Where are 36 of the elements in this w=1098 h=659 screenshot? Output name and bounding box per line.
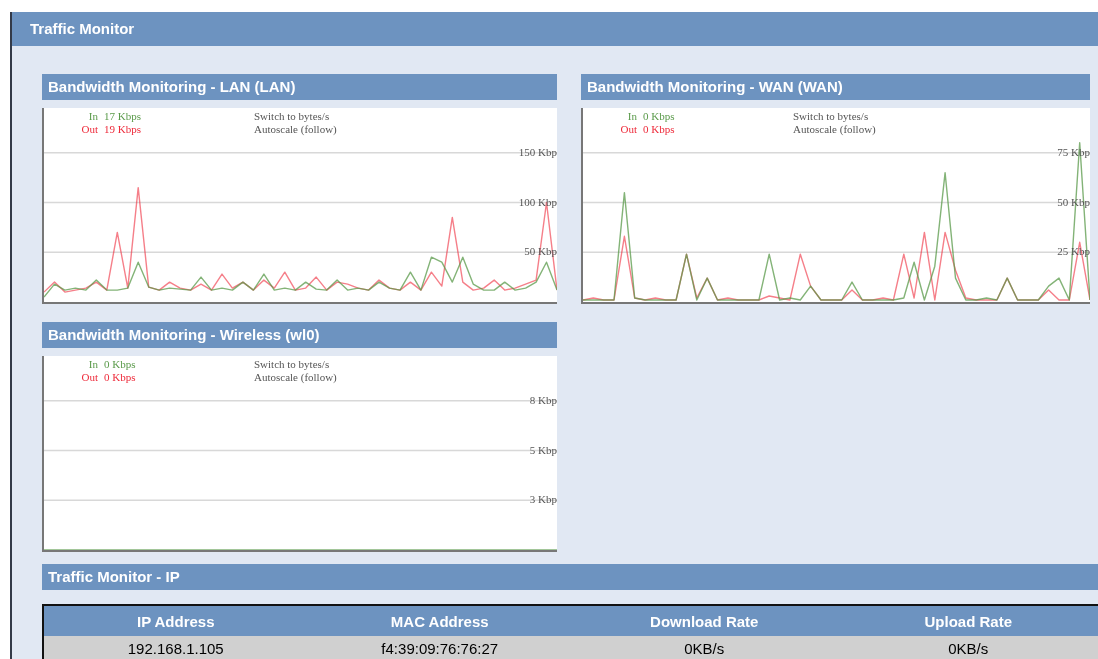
panel-header: Bandwidth Monitoring - LAN (LAN) bbox=[42, 74, 557, 100]
axis-label: 8 Kbp bbox=[528, 393, 557, 406]
table-cell: 192.168.1.105 bbox=[43, 636, 308, 659]
table-cell: 0KB/s bbox=[572, 636, 837, 659]
autoscale-link[interactable]: Autoscale (follow) bbox=[254, 123, 337, 136]
in-rate: 0 Kbps bbox=[643, 110, 676, 123]
axis-label: 5 Kbp bbox=[528, 443, 557, 456]
autoscale-link[interactable]: Autoscale (follow) bbox=[254, 371, 337, 384]
in-rate: 0 Kbps bbox=[104, 358, 137, 371]
column-header: MAC Address bbox=[307, 605, 572, 636]
axis-label: 150 Kbp bbox=[517, 145, 557, 158]
column-header: Upload Rate bbox=[836, 605, 1098, 636]
in-label: In bbox=[626, 110, 638, 123]
switch-units-link[interactable]: Switch to bytes/s bbox=[254, 358, 337, 371]
out-rate: 0 Kbps bbox=[643, 123, 676, 136]
panel-header: Traffic Monitor - IP bbox=[42, 564, 1098, 590]
out-label: Out bbox=[619, 123, 638, 136]
column-header: IP Address bbox=[43, 605, 308, 636]
column-header: Download Rate bbox=[572, 605, 837, 636]
panel-header: Bandwidth Monitoring - Wireless (wl0) bbox=[42, 322, 557, 348]
out-label: Out bbox=[80, 371, 99, 384]
autoscale-link[interactable]: Autoscale (follow) bbox=[793, 123, 876, 136]
switch-units-link[interactable]: Switch to bytes/s bbox=[793, 110, 876, 123]
in-rate: 17 Kbps bbox=[104, 110, 142, 123]
out-label: Out bbox=[80, 123, 99, 136]
switch-units-link[interactable]: Switch to bytes/s bbox=[254, 110, 337, 123]
in-label: In bbox=[87, 358, 99, 371]
out-rate: 19 Kbps bbox=[104, 123, 142, 136]
table-cell: 0KB/s bbox=[836, 636, 1098, 659]
out-rate: 0 Kbps bbox=[104, 371, 137, 384]
axis-label: 100 Kbp bbox=[517, 195, 557, 208]
axis-label: 3 Kbp bbox=[528, 493, 557, 506]
window-title: Traffic Monitor bbox=[12, 12, 1098, 46]
in-label: In bbox=[87, 110, 99, 123]
panel-header: Bandwidth Monitoring - WAN (WAN) bbox=[581, 74, 1090, 100]
table-cell: f4:39:09:76:76:27 bbox=[307, 636, 572, 659]
